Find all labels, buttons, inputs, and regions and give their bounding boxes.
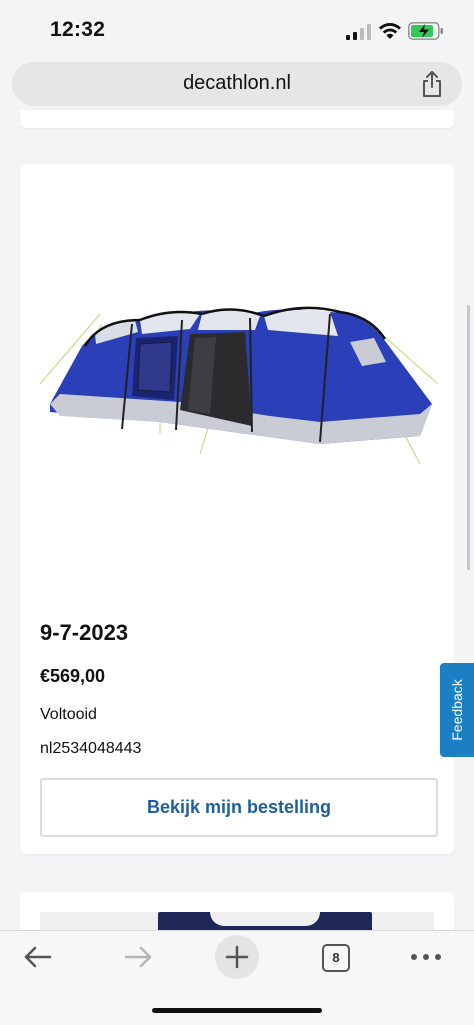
order-card: 9-7-2023 €569,00 Voltooid nl2534048443 B… (20, 164, 454, 854)
tent-product-image (40, 306, 438, 465)
tab-count-button[interactable]: 8 (322, 944, 350, 972)
previous-order-card (20, 110, 454, 128)
cellular-signal-icon (346, 24, 371, 40)
arrow-right-icon[interactable] (122, 943, 154, 971)
new-tab-button[interactable] (215, 935, 259, 979)
url-text[interactable]: decathlon.nl (12, 72, 462, 95)
more-dots-icon[interactable] (410, 953, 442, 961)
feedback-tab[interactable]: Feedback (440, 663, 474, 757)
share-icon[interactable] (420, 70, 444, 98)
battery-charging-icon (408, 22, 443, 40)
order-price: €569,00 (40, 666, 106, 686)
home-indicator (152, 1008, 322, 1013)
order-status: Voltooid (40, 706, 97, 723)
shirt-collar (210, 912, 320, 926)
plus-icon (225, 945, 249, 969)
browser-toolbar: 8 (0, 930, 474, 1025)
status-bar: 12:32 (0, 0, 474, 60)
arrow-left-icon[interactable] (22, 943, 54, 971)
status-time: 12:32 (50, 18, 106, 41)
scrollbar[interactable] (467, 305, 470, 570)
order-date: 9-7-2023 (40, 620, 129, 645)
wifi-icon (379, 23, 401, 39)
address-bar[interactable]: decathlon.nl (12, 62, 462, 106)
order-number: nl2534048443 (40, 740, 142, 757)
view-order-button[interactable]: Bekijk mijn bestelling (40, 778, 438, 837)
feedback-label[interactable]: Feedback (449, 679, 465, 740)
